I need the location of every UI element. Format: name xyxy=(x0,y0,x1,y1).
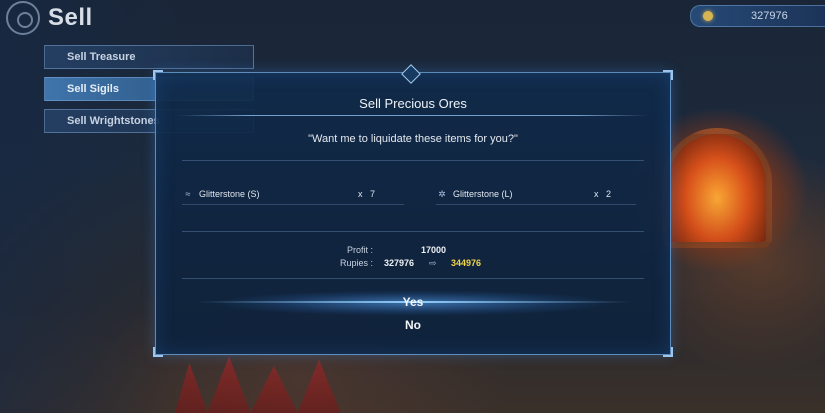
list-item: ✲ Glitterstone (L) x 2 xyxy=(436,184,636,205)
profit-label: Profit : xyxy=(346,245,373,255)
quantity-value: 2 xyxy=(606,189,612,199)
dialog-title: Sell Precious Ores xyxy=(359,96,467,111)
page-title: Sell xyxy=(48,4,93,31)
frame-corner xyxy=(663,347,673,357)
ore-small-icon: ≈ xyxy=(185,189,191,199)
sell-confirm-dialog: Sell Precious Ores "Want me to liquidate… xyxy=(153,64,673,357)
page-header: Sell xyxy=(6,1,93,35)
rupies-current: 327976 xyxy=(384,258,415,268)
frame-corner xyxy=(153,347,163,357)
rupies-label: Rupies : xyxy=(339,258,373,268)
quantity-value: 7 xyxy=(370,189,376,199)
frame-ornament-icon xyxy=(401,64,421,84)
background-characters xyxy=(175,356,341,413)
divider xyxy=(182,231,644,232)
item-quantity: x 7 xyxy=(358,189,375,199)
divider xyxy=(182,160,644,161)
quantity-prefix: x xyxy=(358,189,363,199)
profit-value: 17000 xyxy=(421,245,447,255)
divider xyxy=(178,115,648,116)
menu-item-label: Sell Treasure xyxy=(67,51,136,63)
frame-corner xyxy=(153,70,163,80)
game-screen: Sell 327976 Sell Treasure Sell Sigils Se… xyxy=(0,0,825,413)
currency-value: 327976 xyxy=(751,10,788,22)
divider xyxy=(182,278,644,279)
quantity-prefix: x xyxy=(594,189,599,199)
forge-fire xyxy=(662,128,772,248)
menu-emblem-icon xyxy=(6,1,40,35)
item-name: Glitterstone (L) xyxy=(453,189,513,199)
frame-corner xyxy=(663,70,673,80)
arrow-right-icon: ⇨ xyxy=(429,258,437,268)
no-button[interactable]: No xyxy=(156,318,670,332)
dialog-question: "Want me to liquidate these items for yo… xyxy=(308,133,518,145)
currency-display: 327976 xyxy=(690,5,825,27)
yes-button[interactable]: Yes xyxy=(156,295,670,309)
menu-item-label: Sell Sigils xyxy=(67,83,119,95)
menu-item-label: Sell Wrightstones xyxy=(67,115,160,127)
menu-item-sell-treasure[interactable]: Sell Treasure xyxy=(44,45,254,69)
item-quantity: x 2 xyxy=(594,189,611,199)
rupie-coin-icon xyxy=(703,11,713,21)
item-name: Glitterstone (S) xyxy=(199,189,260,199)
ore-large-icon: ✲ xyxy=(438,188,446,199)
list-item: ≈ Glitterstone (S) x 7 xyxy=(182,184,404,205)
rupies-new: 344976 xyxy=(451,258,482,268)
